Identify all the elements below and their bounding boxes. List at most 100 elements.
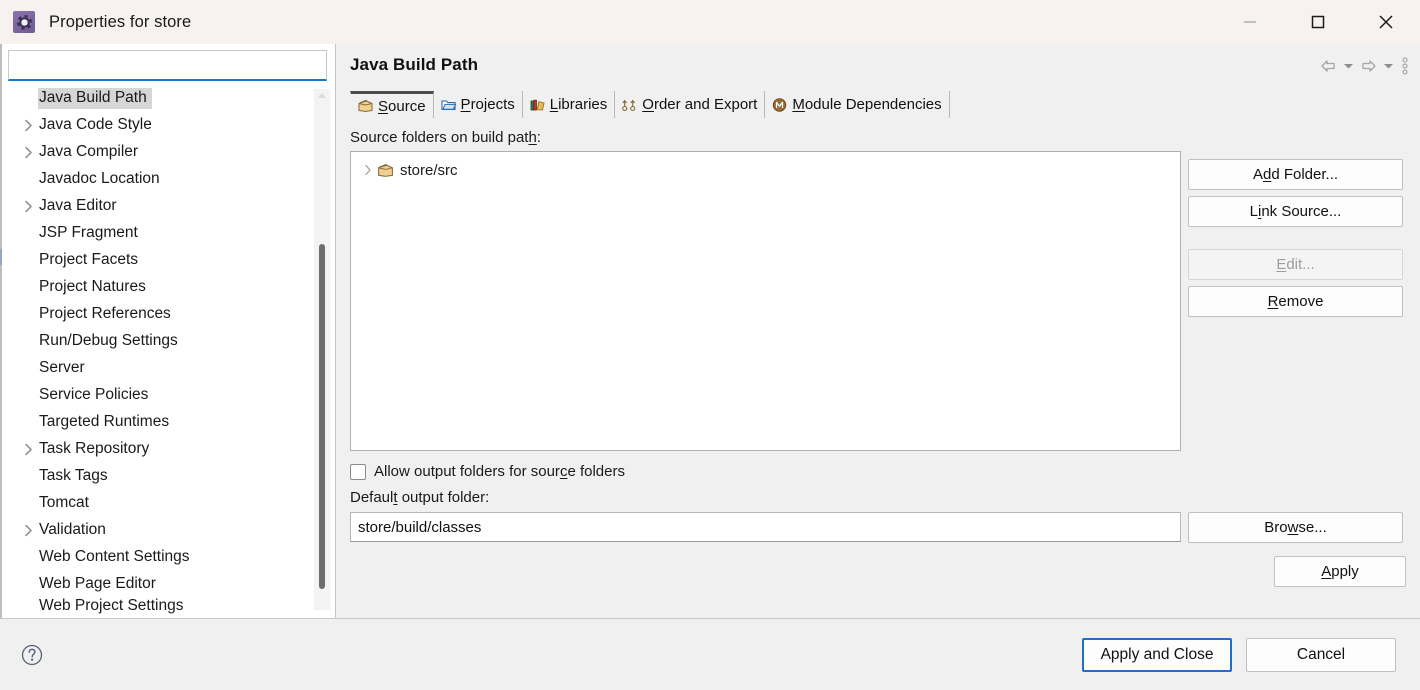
forward-history-chevron-down-icon[interactable]: [1380, 56, 1396, 76]
settings-sidebar: Java Build Path Java Code Style Java Compi…: [0, 44, 336, 618]
sidebar-item-targeted-runtimes[interactable]: Targeted Runtimes: [0, 409, 335, 436]
sidebar-item-server[interactable]: Server: [0, 355, 335, 382]
title-bar: Properties for store: [0, 0, 1420, 44]
default-output-folder-input[interactable]: [350, 512, 1181, 542]
sidebar-item-task-tags[interactable]: Task Tags: [0, 463, 335, 490]
sidebar-item-label: Service Policies: [39, 386, 149, 403]
source-folders-list[interactable]: store/src: [350, 151, 1181, 451]
default-output-row: Browse...: [350, 512, 1406, 543]
apply-row: Apply: [350, 556, 1406, 587]
sidebar-item-run-debug-settings[interactable]: Run/Debug Settings: [0, 328, 335, 355]
sidebar-item-web-project-settings[interactable]: Web Project Settings: [0, 598, 335, 614]
tab-module-dependencies[interactable]: Module Dependencies: [765, 91, 950, 118]
browse-label-post: se...: [1298, 519, 1327, 536]
forward-arrow-icon[interactable]: [1358, 56, 1378, 76]
sidebar-item-label: Tomcat: [39, 494, 89, 511]
chevron-right-icon[interactable]: [18, 524, 38, 537]
close-button[interactable]: [1352, 0, 1420, 44]
default-output-label-post: output folder:: [397, 489, 490, 506]
allow-output-folders-label: Allow output folders for source folders: [374, 463, 625, 480]
sidebar-item-service-policies[interactable]: Service Policies: [0, 382, 335, 409]
sidebar-item-label: Project Facets: [39, 251, 139, 268]
tab-projects[interactable]: Projects: [433, 91, 523, 118]
back-history-chevron-down-icon[interactable]: [1340, 56, 1356, 76]
sidebar-item-java-editor[interactable]: Java Editor: [0, 193, 335, 220]
tab-label: Libraries: [549, 96, 608, 113]
help-circle-icon[interactable]: [20, 643, 44, 667]
allow-output-folders-checkbox[interactable]: [350, 463, 366, 480]
module-icon: [771, 97, 788, 113]
sidebar-item-label: Task Tags: [39, 467, 108, 484]
tab-bar[interactable]: Source Projects Libraries Order and Export M…: [350, 90, 1406, 118]
sidebar-item-label: Run/Debug Settings: [39, 332, 178, 349]
tab-order-and-export[interactable]: Order and Export: [615, 91, 766, 118]
sidebar-item-web-page-editor[interactable]: Web Page Editor: [0, 571, 335, 598]
source-folders-label-post: :: [536, 129, 541, 146]
allow-output-folders-row[interactable]: Allow output folders for source folders: [350, 463, 1406, 480]
browse-button[interactable]: Bro w se...: [1188, 512, 1403, 543]
sidebar-scrollbar[interactable]: [314, 89, 330, 610]
tab-label: Projects: [460, 96, 515, 113]
settings-tree[interactable]: Java Build Path Java Code Style Java Compi…: [0, 81, 335, 618]
browse-label-mnemonic: w: [1287, 519, 1299, 536]
main-header: Java Build Path: [350, 44, 1406, 84]
sidebar-item-label: Targeted Runtimes: [39, 413, 170, 430]
chevron-right-icon[interactable]: [18, 200, 38, 213]
sidebar-item-task-repository[interactable]: Task Repository: [0, 436, 335, 463]
sidebar-item-project-facets[interactable]: Project Facets: [0, 247, 335, 274]
apply-button[interactable]: Apply: [1274, 556, 1406, 587]
properties-dialog: Properties for store Java Build Path Java…: [0, 0, 1420, 690]
sidebar-item-web-content-settings[interactable]: Web Content Settings: [0, 544, 335, 571]
sidebar-item-label: Web Project Settings: [39, 598, 184, 614]
sidebar-item-label: Project References: [39, 305, 171, 322]
package-icon: [377, 162, 394, 178]
sidebar-item-label: Task Repository: [39, 440, 150, 457]
sidebar-item-validation[interactable]: Validation: [0, 517, 335, 544]
tab-source[interactable]: Source: [350, 91, 434, 118]
vertical-dots-icon[interactable]: [1398, 56, 1412, 76]
sidebar-item-java-build-path[interactable]: Java Build Path: [0, 85, 335, 112]
sidebar-item-jsp-fragment[interactable]: JSP Fragment: [0, 220, 335, 247]
dialog-body: Java Build Path Java Code Style Java Compi…: [0, 44, 1420, 618]
sidebar-item-project-natures[interactable]: Project Natures: [0, 274, 335, 301]
footer-buttons: Apply and Close Cancel: [1082, 637, 1396, 672]
sidebar-item-javadoc-location[interactable]: Javadoc Location: [0, 166, 335, 193]
maximize-button[interactable]: [1284, 0, 1352, 44]
chevron-right-icon[interactable]: [18, 146, 38, 159]
sidebar-item-project-references[interactable]: Project References: [0, 301, 335, 328]
sidebar-item-label: Java Compiler: [39, 143, 139, 160]
sidebar-item-java-code-style[interactable]: Java Code Style: [0, 112, 335, 139]
navigation-toolbar: [1318, 56, 1412, 76]
apply-and-close-button[interactable]: Apply and Close: [1082, 637, 1232, 672]
tab-libraries[interactable]: Libraries: [522, 91, 616, 118]
default-output-folder-label: Default output folder:: [350, 489, 1406, 506]
remove-button[interactable]: Remove: [1188, 286, 1403, 317]
browse-label-pre: Bro: [1264, 519, 1288, 536]
sidebar-item-label: Web Page Editor: [39, 575, 156, 592]
chevron-right-icon[interactable]: [18, 443, 38, 456]
tab-label: Source: [378, 97, 426, 115]
chevron-right-icon[interactable]: [359, 164, 377, 176]
sidebar-item-java-compiler[interactable]: Java Compiler: [0, 139, 335, 166]
link-source-button[interactable]: Li nk Source...: [1188, 196, 1403, 227]
back-arrow-icon[interactable]: [1318, 56, 1338, 76]
add-folder-button[interactable]: Add Folder...: [1188, 159, 1403, 190]
minimize-button[interactable]: [1216, 0, 1284, 44]
filter-input[interactable]: [8, 50, 327, 81]
sidebar-item-label: Project Natures: [39, 278, 146, 295]
scroll-up-arrow[interactable]: [318, 93, 326, 98]
page-title: Java Build Path: [350, 55, 479, 74]
source-action-buttons: Add Folder... Li nk Source... Edit... Remove: [1188, 151, 1403, 317]
edit-button: Edit...: [1188, 249, 1403, 280]
source-folders-label: Source folders on build path:: [350, 129, 1406, 146]
folder-icon: [440, 97, 457, 113]
scrollbar-thumb[interactable]: [319, 244, 325, 589]
source-folder-row[interactable]: store/src: [351, 158, 1180, 182]
allow-label-pre: Allow output folders for sour: [374, 463, 560, 480]
cancel-button[interactable]: Cancel: [1246, 637, 1396, 672]
default-output-label-pre: Defaul: [350, 489, 394, 506]
sidebar-item-tomcat[interactable]: Tomcat: [0, 490, 335, 517]
dialog-footer: Apply and Close Cancel: [0, 618, 1420, 690]
source-folder-label: store/src: [400, 161, 458, 179]
chevron-right-icon[interactable]: [18, 119, 38, 132]
